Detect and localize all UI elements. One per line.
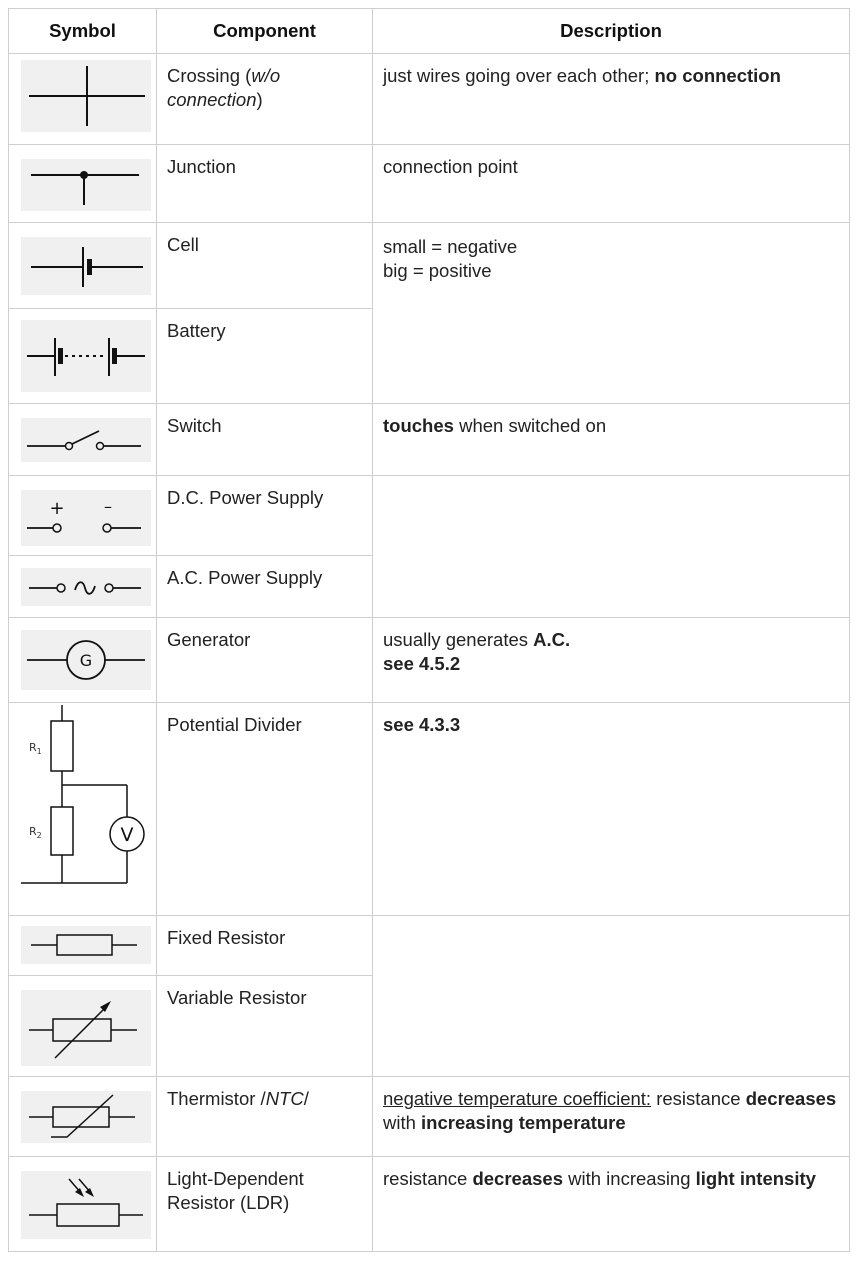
- component-name: Generator: [167, 629, 251, 650]
- component-description-line: big = positive: [383, 260, 492, 281]
- header-row: Symbol Component Description: [8, 8, 850, 54]
- component-description: resistance decreases with increasing lig…: [383, 1168, 816, 1189]
- component-name: D.C. Power Supply: [167, 487, 324, 508]
- component-description: touches when switched on: [383, 415, 607, 436]
- table-row-thermistor: Thermistor /NTC/ negative temperature co…: [8, 1076, 850, 1157]
- table-row-ldr: Light-Dependent Resistor (LDR) resistanc…: [8, 1156, 850, 1252]
- switch-icon: [21, 418, 151, 462]
- component-name: Junction: [167, 156, 236, 177]
- ldr-icon: [21, 1171, 151, 1239]
- table-row-junction: Junction connection point: [8, 144, 850, 223]
- cell-icon: [21, 237, 151, 295]
- component-name: Switch: [167, 415, 222, 436]
- minus-sign: –: [104, 497, 112, 516]
- table-row-dc-supply: + – D.C. Power Supply: [8, 475, 850, 618]
- potential-divider-icon: V R1 R2: [21, 703, 156, 903]
- component-name: Fixed Resistor: [167, 927, 286, 948]
- generator-letter: G: [80, 651, 92, 670]
- component-description-line: see 4.5.2: [383, 653, 461, 674]
- components-table: Symbol Component Description Crossing (w…: [8, 8, 850, 1252]
- table-row-switch: Switch touches when switched on: [8, 403, 850, 476]
- r1-label: R1: [29, 741, 42, 756]
- component-name: A.C. Power Supply: [167, 567, 323, 588]
- component-name: Battery: [167, 320, 226, 341]
- table-row-cell: Cell small = negative big = positive: [8, 222, 850, 404]
- component-description: just wires going over each other; no con…: [383, 65, 781, 86]
- ac-supply-icon: [21, 568, 151, 606]
- description-header: Description: [372, 8, 850, 54]
- table-row-potential-divider: V R1 R2 Potential Divider see 4.3.3: [8, 702, 850, 916]
- dc-supply-icon: + –: [21, 490, 151, 546]
- fixed-resistor-icon: [21, 926, 151, 964]
- component-name: Crossing (w/o connection): [167, 65, 281, 110]
- r2-label: R2: [29, 825, 42, 840]
- crossing-wires-icon: [21, 60, 151, 132]
- component-header: Component: [156, 8, 373, 54]
- table-row-generator: G Generator usually generates A.C. see 4…: [8, 617, 850, 703]
- component-description-line: usually generates A.C.: [383, 629, 571, 650]
- component-description: see 4.3.3: [383, 714, 461, 735]
- generator-icon: G: [21, 630, 151, 690]
- battery-icon: [21, 320, 151, 392]
- component-name: Thermistor /NTC/: [167, 1088, 309, 1109]
- plus-sign: +: [49, 498, 64, 519]
- table-row-fixed-resistor: Fixed Resistor: [8, 915, 850, 1077]
- component-description-line: small = negative: [383, 236, 518, 257]
- component-description: negative temperature coefficient: resist…: [383, 1088, 837, 1133]
- component-description: connection point: [383, 156, 518, 177]
- component-name: Cell: [167, 234, 199, 255]
- junction-icon: [21, 159, 151, 211]
- component-name: Variable Resistor: [167, 987, 307, 1008]
- component-name: Light-Dependent Resistor (LDR): [167, 1168, 304, 1213]
- table-row-crossing: Crossing (w/o connection) just wires goi…: [8, 53, 850, 145]
- variable-resistor-icon: [21, 990, 151, 1066]
- voltmeter-letter: V: [121, 824, 134, 846]
- thermistor-icon: [21, 1091, 151, 1143]
- component-name: Potential Divider: [167, 714, 302, 735]
- symbol-header: Symbol: [8, 8, 157, 54]
